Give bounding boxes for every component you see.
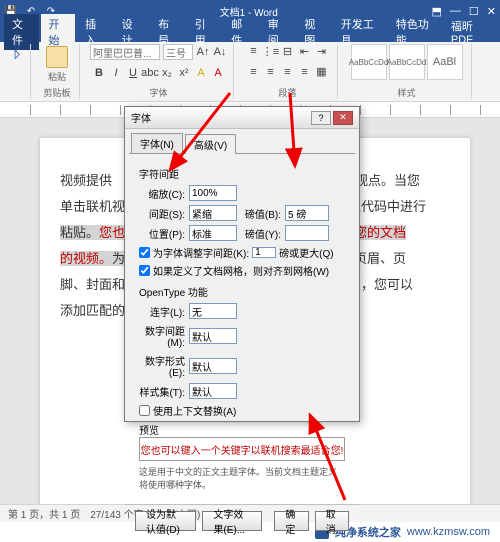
watermark-url: www.kzmsw.com: [407, 526, 490, 538]
subscript-icon[interactable]: x₂: [160, 66, 174, 80]
position-label: 位置(P):: [139, 226, 185, 241]
position-pt-input[interactable]: [285, 225, 329, 241]
ligatures-select[interactable]: [189, 303, 237, 319]
kerning-unit-label: 磅或更大(Q): [279, 245, 333, 260]
section-spacing-label: 字符间距: [139, 166, 345, 181]
font-name-select[interactable]: 阿里巴巴普...: [90, 44, 160, 60]
style-group-label: 样式: [397, 85, 415, 99]
doc-text: 视频提供: [60, 173, 112, 188]
numspacing-select[interactable]: [189, 328, 237, 344]
para-group-label: 段落: [278, 85, 296, 99]
dialog-help-icon[interactable]: ?: [311, 111, 331, 125]
status-page[interactable]: 第 1 页，共 1 页: [8, 506, 80, 521]
numforms-select[interactable]: [189, 358, 237, 374]
doc-text-highlight: 粘贴。: [60, 225, 99, 240]
font-group-label: 字体: [149, 85, 167, 99]
underline-icon[interactable]: U: [126, 66, 140, 80]
font-color-icon[interactable]: A: [211, 66, 225, 80]
ctxalt-label: 使用上下文替换(A): [153, 403, 236, 418]
bullets-icon[interactable]: ≡: [247, 44, 261, 58]
grow-font-icon[interactable]: A↑: [196, 45, 210, 59]
align-right-icon[interactable]: ≡: [281, 65, 295, 79]
spacing-label: 间距(S):: [139, 206, 185, 221]
preview-label: 预览: [139, 422, 345, 437]
position-pt-label: 磅值(Y):: [241, 226, 281, 241]
menu-bar: 文件 开始 插入 设计 布局 引用 邮件 审阅 视图 开发工具 特色功能 福昕P…: [0, 22, 500, 42]
indent-inc-icon[interactable]: ⇥: [315, 44, 329, 58]
ok-button[interactable]: 确定: [274, 511, 308, 531]
dialog-tab-advanced[interactable]: 高级(V): [185, 134, 236, 154]
stylistic-select[interactable]: [189, 383, 237, 399]
stylistic-label: 样式集(T):: [139, 384, 185, 399]
font-dialog: 字体 ? ✕ 字体(N) 高级(V) 字符间距 缩放(C): 间距(S): 磅值…: [124, 106, 360, 422]
ribbon: ᛒ 粘贴 剪贴板 阿里巴巴普... 三号 A↑ A↓ B I U abc x₂ …: [0, 42, 500, 102]
style-nospacing[interactable]: AaBbCcDd: [389, 44, 425, 80]
cancel-button[interactable]: 取消: [315, 511, 349, 531]
spacing-pt-input[interactable]: [285, 205, 329, 221]
set-default-button[interactable]: 设为默认值(D): [135, 511, 196, 531]
dialog-title: 字体: [131, 110, 151, 125]
paste-label: 粘贴: [48, 70, 66, 83]
multilevel-icon[interactable]: ⊟: [281, 44, 295, 58]
dialog-titlebar[interactable]: 字体 ? ✕: [125, 107, 359, 129]
numbering-icon[interactable]: ⋮≡: [264, 44, 278, 58]
dialog-tab-font[interactable]: 字体(N): [131, 133, 183, 153]
indent-dec-icon[interactable]: ⇤: [298, 44, 312, 58]
paste-button[interactable]: 粘贴: [41, 44, 73, 84]
numspacing-label: 数字间距(M):: [139, 323, 185, 349]
scale-select[interactable]: [189, 185, 237, 201]
shading-icon[interactable]: ▦: [315, 65, 329, 79]
clipboard-icon: [46, 46, 68, 68]
spacing-select[interactable]: [189, 205, 237, 221]
dialog-close-icon[interactable]: ✕: [333, 111, 353, 125]
kerning-input[interactable]: [252, 247, 276, 258]
bold-icon[interactable]: B: [92, 66, 106, 80]
ligatures-label: 连字(L):: [139, 304, 185, 319]
font-size-select[interactable]: 三号: [163, 44, 193, 60]
grid-checkbox[interactable]: [139, 265, 150, 276]
bt-label: [16, 88, 19, 99]
kerning-label: 为字体调整字间距(K):: [153, 245, 249, 260]
spacing-pt-label: 磅值(B):: [241, 206, 281, 221]
bluetooth-icon[interactable]: ᛒ: [10, 44, 24, 58]
italic-icon[interactable]: I: [109, 66, 123, 80]
align-left-icon[interactable]: ≡: [247, 65, 261, 79]
doc-text-highlight-red: 的视频。: [60, 251, 112, 266]
section-opentype-label: OpenType 功能: [139, 284, 345, 299]
style-normal[interactable]: AaBbCcDd: [351, 44, 387, 80]
position-select[interactable]: [189, 225, 237, 241]
strike-icon[interactable]: abc: [143, 66, 157, 80]
justify-icon[interactable]: ≡: [298, 65, 312, 79]
preview-box: 您也可以键入一个关键字以联机搜索最适合您!: [139, 437, 345, 461]
align-center-icon[interactable]: ≡: [264, 65, 278, 79]
style-heading1[interactable]: AaBl: [427, 44, 463, 80]
kerning-checkbox[interactable]: [139, 247, 150, 258]
ctxalt-checkbox[interactable]: [139, 405, 150, 416]
superscript-icon[interactable]: x²: [177, 66, 191, 80]
scale-label: 缩放(C):: [139, 186, 185, 201]
grid-label: 如果定义了文档网格，则对齐到网格(W): [153, 263, 329, 278]
dialog-note: 这是用于中文的正文主题字体。当前文档主题定义将使用哪种字体。: [139, 465, 345, 491]
clipboard-group-label: 剪贴板: [43, 85, 70, 99]
numforms-label: 数字形式(E):: [139, 353, 185, 379]
text-effects-button[interactable]: 文字效果(E)...: [202, 511, 262, 531]
highlight-icon[interactable]: A: [194, 66, 208, 80]
shrink-font-icon[interactable]: A↓: [213, 45, 227, 59]
